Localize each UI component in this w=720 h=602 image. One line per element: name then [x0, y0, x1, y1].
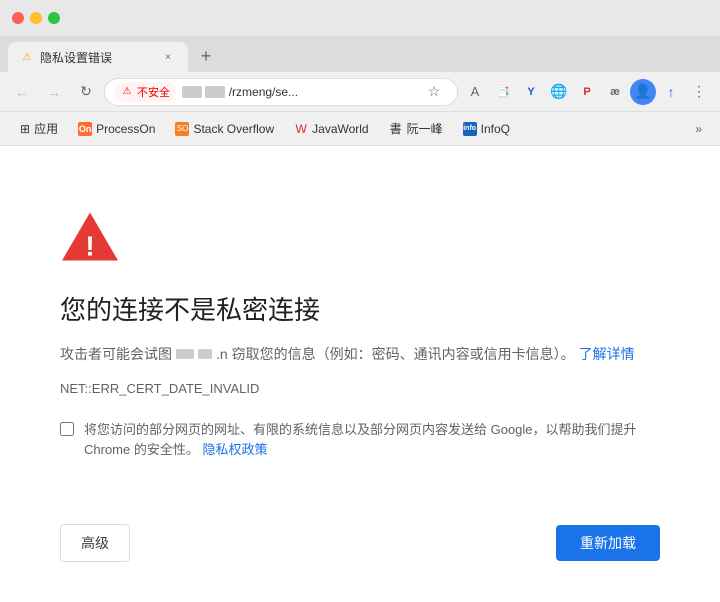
bookmarks-more-button[interactable]: »: [689, 118, 708, 140]
star-button[interactable]: ☆: [421, 79, 447, 105]
redacted-block-2: [205, 86, 225, 98]
ligature-button[interactable]: æ: [602, 79, 628, 105]
apps-grid-icon: ⊞: [20, 122, 30, 136]
security-label: 不安全: [137, 84, 170, 100]
youdao-icon: Y: [527, 86, 534, 98]
bookmark-javaworld[interactable]: W JavaWorld: [286, 118, 376, 140]
error-code: NET::ERR_CERT_DATE_INVALID: [60, 381, 660, 396]
processon-icon: On: [78, 122, 92, 136]
infoq-label: InfoQ: [481, 122, 510, 136]
more-menu-icon: ⋮: [692, 83, 706, 100]
translate-icon: A: [471, 84, 480, 99]
ruanyifeng-icon: 書: [389, 122, 403, 136]
description-prefix: 攻击者可能会试图: [60, 343, 172, 365]
svg-text:!: !: [85, 231, 94, 262]
url-text: /rzmeng/se...: [182, 85, 415, 99]
tab-bar: ⚠ 隐私设置错误 × +: [0, 36, 720, 72]
title-bar: [0, 0, 720, 36]
refresh-icon: ↻: [80, 83, 92, 100]
redacted-block-1: [182, 86, 202, 98]
privacy-policy-link[interactable]: 隐私权政策: [202, 442, 267, 457]
forward-button[interactable]: →: [40, 78, 68, 106]
close-button[interactable]: [12, 12, 24, 24]
ruanyifeng-label: 阮一峰: [407, 120, 443, 137]
processon-label: ProcessOn: [96, 122, 155, 136]
redacted-url-1: [176, 349, 194, 359]
window-controls: [12, 12, 60, 24]
reload-button[interactable]: 重新加载: [556, 525, 660, 561]
forward-icon: →: [47, 84, 61, 100]
stackoverflow-label: Stack Overflow: [193, 122, 274, 136]
redacted-url-2: [198, 349, 212, 359]
active-tab[interactable]: ⚠ 隐私设置错误 ×: [8, 42, 188, 72]
profile-avatar[interactable]: 👤: [630, 79, 656, 105]
pinyin-button[interactable]: P: [574, 79, 600, 105]
bookmark-ruanyifeng[interactable]: 書 阮一峰: [381, 116, 451, 141]
more-menu-button[interactable]: ⋮: [686, 79, 712, 105]
refresh-button[interactable]: ↻: [72, 78, 100, 106]
minimize-button[interactable]: [30, 12, 42, 24]
tab-title: 隐私设置错误: [40, 49, 154, 66]
address-bar[interactable]: ⚠ 不安全 /rzmeng/se... ☆: [104, 78, 458, 106]
google-reporting-checkbox[interactable]: [60, 422, 74, 436]
back-button[interactable]: ←: [8, 78, 36, 106]
bookmark-processon[interactable]: On ProcessOn: [70, 118, 163, 140]
back-icon: ←: [15, 84, 29, 100]
tab-close-button[interactable]: ×: [160, 49, 176, 65]
bookmark-stackoverflow[interactable]: SO Stack Overflow: [167, 118, 282, 140]
checkbox-text: 将您访问的部分网页的网址、有限的系统信息以及部分网页内容发送给 Google，以…: [84, 422, 637, 457]
url-visible: /rzmeng/se...: [229, 85, 298, 99]
update-icon: ↑: [668, 84, 675, 100]
pinyin-icon: P: [583, 86, 590, 98]
star-icon: ☆: [428, 83, 441, 100]
update-button[interactable]: ↑: [658, 79, 684, 105]
bookmark-ext-button[interactable]: 📑: [490, 79, 516, 105]
button-row: 高级 重新加载: [60, 524, 660, 562]
javaworld-label: JavaWorld: [312, 122, 368, 136]
main-content: ! 您的连接不是私密连接 攻击者可能会试图 .n 窃取您的信息（例如：密码、通讯…: [0, 146, 720, 602]
bookmarks-bar: ⊞ 应用 On ProcessOn SO Stack Overflow W Ja…: [0, 112, 720, 146]
nav-icons: A 📑 Y 🌐 P æ 👤 ↑ ⋮: [462, 79, 712, 105]
ext-circle-button[interactable]: 🌐: [546, 79, 572, 105]
error-triangle-icon: !: [60, 206, 120, 266]
advanced-button[interactable]: 高级: [60, 524, 130, 562]
apps-label: 应用: [34, 120, 58, 137]
security-warning: ⚠ 不安全: [115, 82, 176, 102]
infoq-favicon-icon: info: [463, 122, 477, 136]
bookmark-ext-icon: 📑: [496, 85, 510, 98]
description-suffix: .n 窃取您的信息（例如：密码、通讯内容或信用卡信息）。: [216, 343, 575, 365]
avatar-icon: 👤: [634, 83, 651, 100]
warning-icon: ⚠: [121, 86, 133, 98]
error-description: 攻击者可能会试图 .n 窃取您的信息（例如：密码、通讯内容或信用卡信息）。 了解…: [60, 343, 660, 365]
new-tab-button[interactable]: +: [192, 42, 220, 70]
checkbox-label[interactable]: 将您访问的部分网页的网址、有限的系统信息以及部分网页内容发送给 Google，以…: [84, 420, 640, 459]
nav-bar: ← → ↻ ⚠ 不安全 /rzmeng/se... ☆ A 📑 Y: [0, 72, 720, 112]
stackoverflow-icon: SO: [175, 122, 189, 136]
maximize-button[interactable]: [48, 12, 60, 24]
youdao-button[interactable]: Y: [518, 79, 544, 105]
learn-more-link[interactable]: 了解详情: [579, 343, 635, 365]
google-reporting-section: 将您访问的部分网页的网址、有限的系统信息以及部分网页内容发送给 Google，以…: [60, 420, 640, 459]
apps-bookmark[interactable]: ⊞ 应用: [12, 116, 66, 141]
bookmark-infoq[interactable]: info InfoQ: [455, 118, 518, 140]
error-title: 您的连接不是私密连接: [60, 290, 660, 327]
javaworld-icon: W: [294, 122, 308, 136]
translate-button[interactable]: A: [462, 79, 488, 105]
ligature-icon: æ: [610, 86, 620, 98]
ext-circle-icon: 🌐: [550, 83, 567, 100]
tab-favicon-icon: ⚠: [20, 50, 34, 64]
